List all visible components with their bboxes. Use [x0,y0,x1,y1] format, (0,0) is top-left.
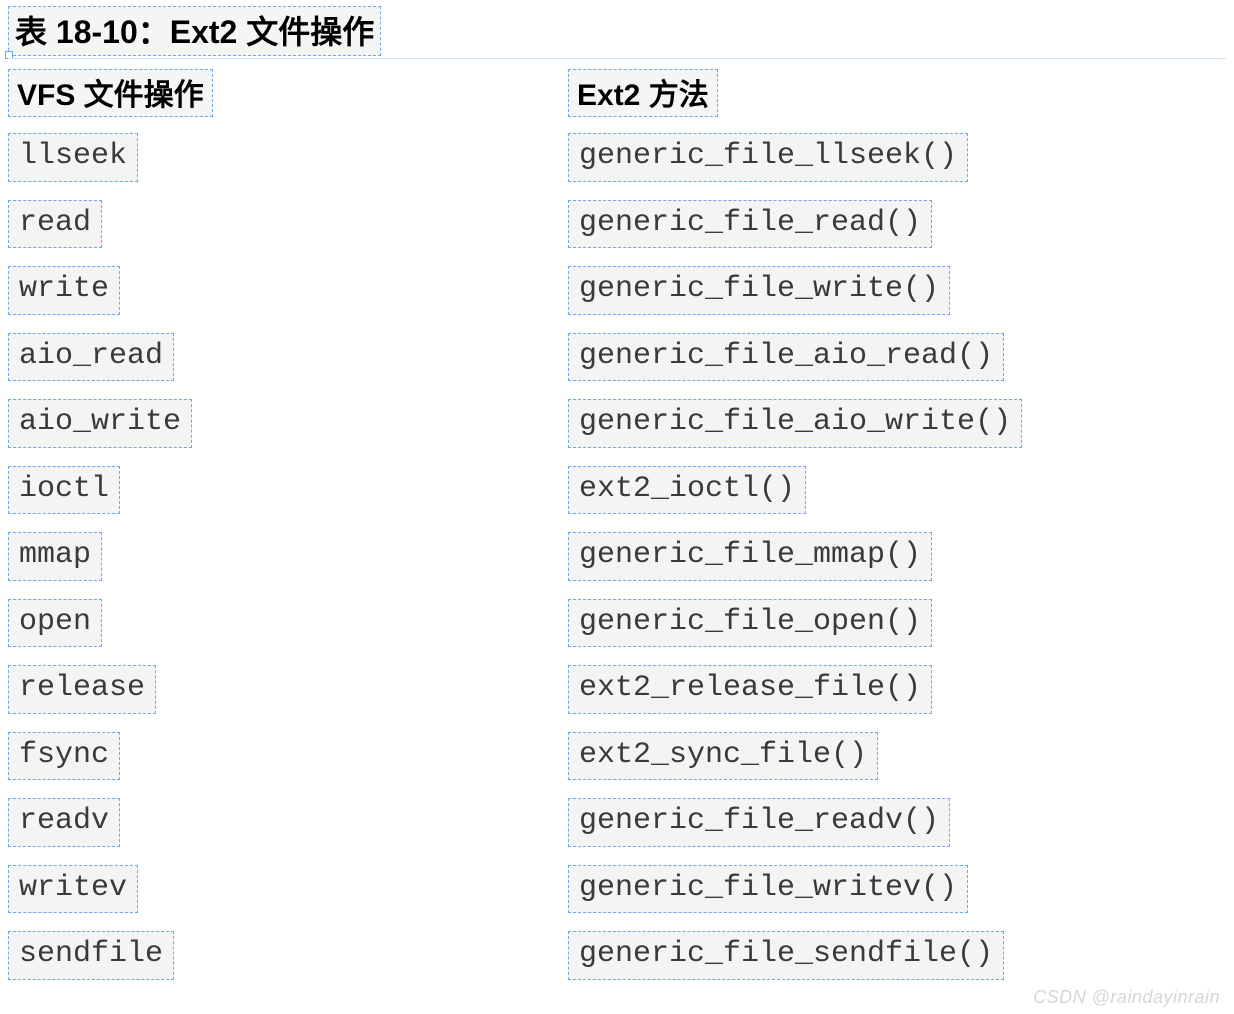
vfs-op: write [8,266,120,315]
column-header-vfs: VFS 文件操作 [8,69,213,117]
vfs-op: ioctl [8,466,120,515]
ext2-method: ext2_ioctl() [568,466,806,515]
table-row: generic_file_readv() [568,798,1226,847]
table-row: generic_file_read() [568,200,1226,249]
ext2-method: generic_file_write() [568,266,950,315]
title-divider [8,58,1226,59]
vfs-op: fsync [8,732,120,781]
table-row: ext2_sync_file() [568,732,1226,781]
table-row: generic_file_aio_read() [568,333,1226,382]
table-row: generic_file_aio_write() [568,399,1226,448]
vfs-op: aio_read [8,333,174,382]
column-header-ext2: Ext2 方法 [568,69,718,117]
table-row: ioctl [8,466,568,515]
vfs-op: writev [8,865,138,914]
table-title-selection: 表 18-10：Ext2 文件操作 [8,6,381,56]
vfs-op: mmap [8,532,102,581]
table-row: aio_write [8,399,568,448]
ext2-method: generic_file_sendfile() [568,931,1004,980]
ext2-method: generic_file_aio_read() [568,333,1004,382]
table-title: 表 18-10：Ext2 文件操作 [15,7,374,53]
table-row: generic_file_open() [568,599,1226,648]
vfs-op: readv [8,798,120,847]
table-row: generic_file_llseek() [568,133,1226,182]
ext2-method: generic_file_readv() [568,798,950,847]
table-row: aio_read [8,333,568,382]
table-row: generic_file_write() [568,266,1226,315]
vfs-op: llseek [8,133,138,182]
ext2-method: generic_file_llseek() [568,133,968,182]
vfs-op: sendfile [8,931,174,980]
table-row: ext2_ioctl() [568,466,1226,515]
table-row: fsync [8,732,568,781]
vfs-op: aio_write [8,399,192,448]
table-row: sendfile [8,931,568,980]
table-row: mmap [8,532,568,581]
column-ext2: Ext2 方法 generic_file_llseek() generic_fi… [568,69,1226,998]
table-row: ext2_release_file() [568,665,1226,714]
column-vfs: VFS 文件操作 llseek read write aio_read aio_… [8,69,568,998]
table-row: open [8,599,568,648]
vfs-op: open [8,599,102,648]
ext2-method: generic_file_mmap() [568,532,932,581]
ext2-method: ext2_release_file() [568,665,932,714]
table-row: generic_file_writev() [568,865,1226,914]
ext2-method: ext2_sync_file() [568,732,878,781]
vfs-op: release [8,665,156,714]
vfs-op: read [8,200,102,249]
ext2-method: generic_file_read() [568,200,932,249]
table-row: write [8,266,568,315]
ext2-method: generic_file_open() [568,599,932,648]
ext2-method: generic_file_aio_write() [568,399,1022,448]
table-row: read [8,200,568,249]
table-row: release [8,665,568,714]
table-row: writev [8,865,568,914]
table-row: llseek [8,133,568,182]
table-row: readv [8,798,568,847]
table-row: generic_file_sendfile() [568,931,1226,980]
table-columns: VFS 文件操作 llseek read write aio_read aio_… [0,69,1234,998]
table-row: generic_file_mmap() [568,532,1226,581]
ext2-method: generic_file_writev() [568,865,968,914]
